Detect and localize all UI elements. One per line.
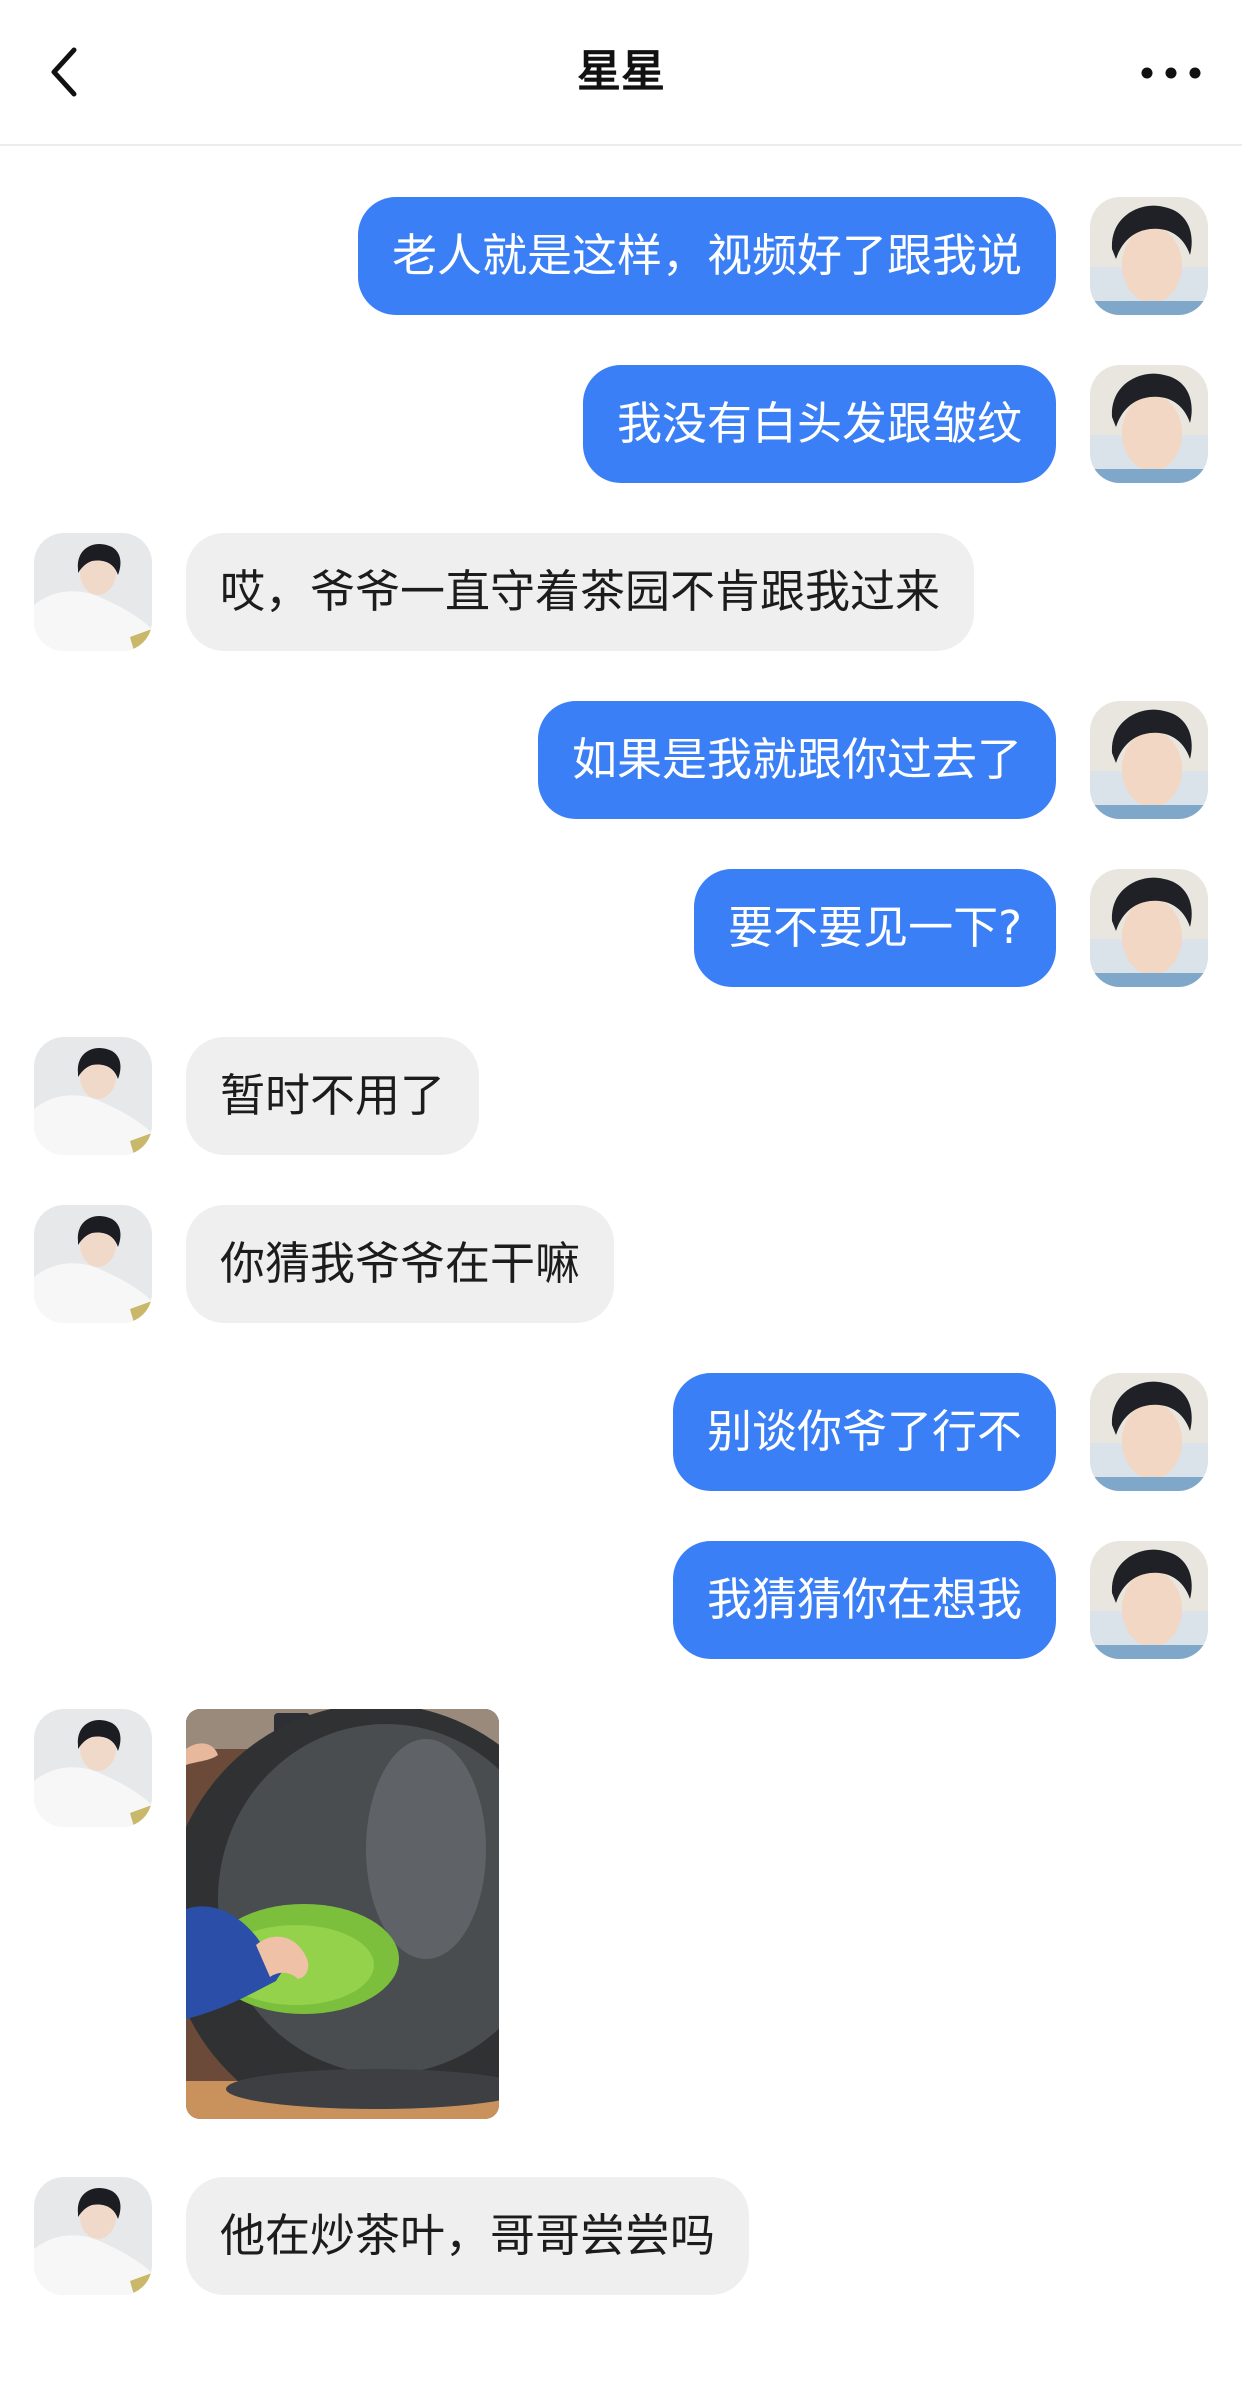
chat-header: 星星 (0, 0, 1242, 146)
chat-screen: 星星 老人就是这样，视频好了跟我说 我没有白头发跟皱纹 哎，爷爷一直守着茶园不肯… (0, 0, 1242, 2385)
incoming-message-bubble[interactable]: 哎，爷爷一直守着茶园不肯跟我过来 (186, 533, 975, 651)
more-dots-icon (1141, 67, 1201, 79)
my-avatar[interactable] (1090, 1541, 1208, 1659)
my-avatar[interactable] (1090, 1373, 1208, 1491)
my-avatar[interactable] (1090, 701, 1208, 819)
my-avatar[interactable] (1090, 365, 1208, 483)
contact-avatar[interactable] (34, 1709, 152, 1827)
incoming-message-bubble[interactable]: 暂时不用了 (186, 1037, 480, 1155)
incoming-message-bubble[interactable]: 他在炒茶叶，哥哥尝尝吗 (186, 2177, 750, 2295)
outgoing-message-bubble[interactable]: 我猜猜你在想我 (672, 1541, 1056, 1659)
contact-avatar[interactable] (34, 1037, 152, 1155)
outgoing-message-bubble[interactable]: 别谈你爷了行不 (672, 1373, 1056, 1491)
incoming-message-bubble[interactable]: 你猜我爷爷在干嘛 (186, 1205, 615, 1323)
contact-avatar[interactable] (34, 1205, 152, 1323)
my-avatar[interactable] (1090, 197, 1208, 315)
outgoing-message-bubble[interactable]: 老人就是这样，视频好了跟我说 (357, 197, 1056, 315)
outgoing-message-bubble[interactable]: 如果是我就跟你过去了 (537, 701, 1056, 819)
contact-avatar[interactable] (34, 2177, 152, 2295)
image-message[interactable] (186, 1709, 499, 2119)
outgoing-message-bubble[interactable]: 要不要见一下? (694, 869, 1056, 987)
chat-title: 星星 (577, 46, 665, 97)
contact-avatar[interactable] (34, 533, 152, 651)
outgoing-message-bubble[interactable]: 我没有白头发跟皱纹 (582, 365, 1056, 483)
my-avatar[interactable] (1090, 869, 1208, 987)
tea-leaves-in-wok-photo (186, 1709, 499, 2119)
more-button[interactable] (1136, 48, 1206, 98)
